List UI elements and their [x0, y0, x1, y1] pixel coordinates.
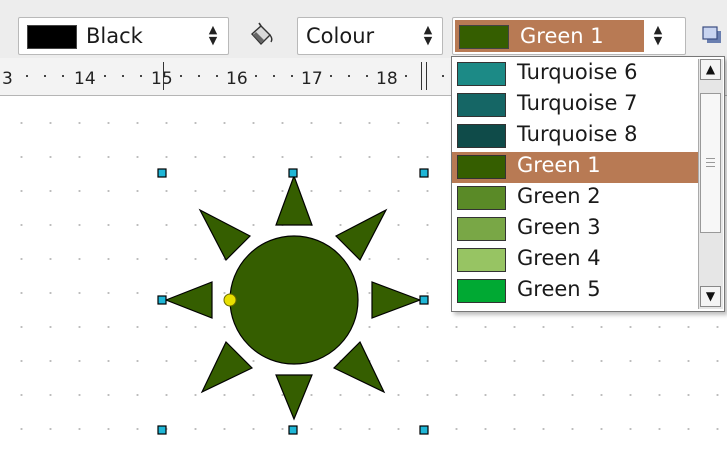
color-name: Green 1 — [517, 153, 601, 177]
sun-ray — [275, 174, 313, 226]
sun-core — [229, 235, 359, 365]
adjust-handle — [223, 293, 237, 307]
dropdown-item-green-2[interactable]: Green 2 — [452, 183, 698, 214]
resize-handle — [157, 168, 167, 178]
fill-color-dropdown-list[interactable]: Turquoise 6 Turquoise 7 Turquoise 8 Gree… — [451, 56, 725, 312]
color-name: Turquoise 8 — [517, 122, 638, 146]
color-swatch — [457, 93, 506, 117]
scrollbar-thumb[interactable] — [700, 93, 721, 233]
scroll-down-arrow-icon[interactable]: ▼ — [700, 286, 721, 307]
resize-handle — [419, 425, 429, 435]
sun-ray — [164, 281, 213, 319]
color-swatch — [457, 155, 506, 179]
sun-ray — [334, 208, 388, 262]
color-name: Turquoise 6 — [517, 60, 638, 84]
dropdown-item-turquoise-7[interactable]: Turquoise 7 — [452, 90, 698, 121]
color-name: Turquoise 7 — [517, 91, 638, 115]
resize-handle — [288, 425, 298, 435]
color-swatch — [457, 279, 506, 303]
dropdown-item-turquoise-8[interactable]: Turquoise 8 — [452, 121, 698, 152]
sun-ray — [200, 340, 254, 394]
dropdown-scrollbar[interactable]: ▲ ▼ — [698, 59, 723, 309]
color-swatch — [457, 248, 506, 272]
sun-ray — [198, 208, 252, 262]
color-swatch — [457, 62, 506, 86]
resize-handle — [288, 168, 298, 178]
resize-handle — [419, 168, 429, 178]
dropdown-item-green-3[interactable]: Green 3 — [452, 214, 698, 245]
color-name: Green 5 — [517, 277, 601, 301]
sun-ray — [275, 374, 313, 421]
color-swatch — [457, 124, 506, 148]
color-name: Green 4 — [517, 246, 601, 270]
scroll-up-arrow-icon[interactable]: ▲ — [700, 59, 721, 80]
sun-ray — [371, 281, 422, 319]
dropdown-item-turquoise-6[interactable]: Turquoise 6 — [452, 59, 698, 90]
color-name: Green 3 — [517, 215, 601, 239]
color-swatch — [457, 217, 506, 241]
sun-ray — [332, 340, 386, 394]
dropdown-item-green-5[interactable]: Green 5 — [452, 276, 698, 307]
color-name: Green 2 — [517, 184, 601, 208]
dropdown-item-green-1[interactable]: Green 1 — [452, 152, 698, 183]
color-swatch — [457, 186, 506, 210]
dropdown-item-green-4[interactable]: Green 4 — [452, 245, 698, 276]
resize-handle — [157, 425, 167, 435]
resize-handle — [157, 295, 167, 305]
resize-handle — [419, 295, 429, 305]
